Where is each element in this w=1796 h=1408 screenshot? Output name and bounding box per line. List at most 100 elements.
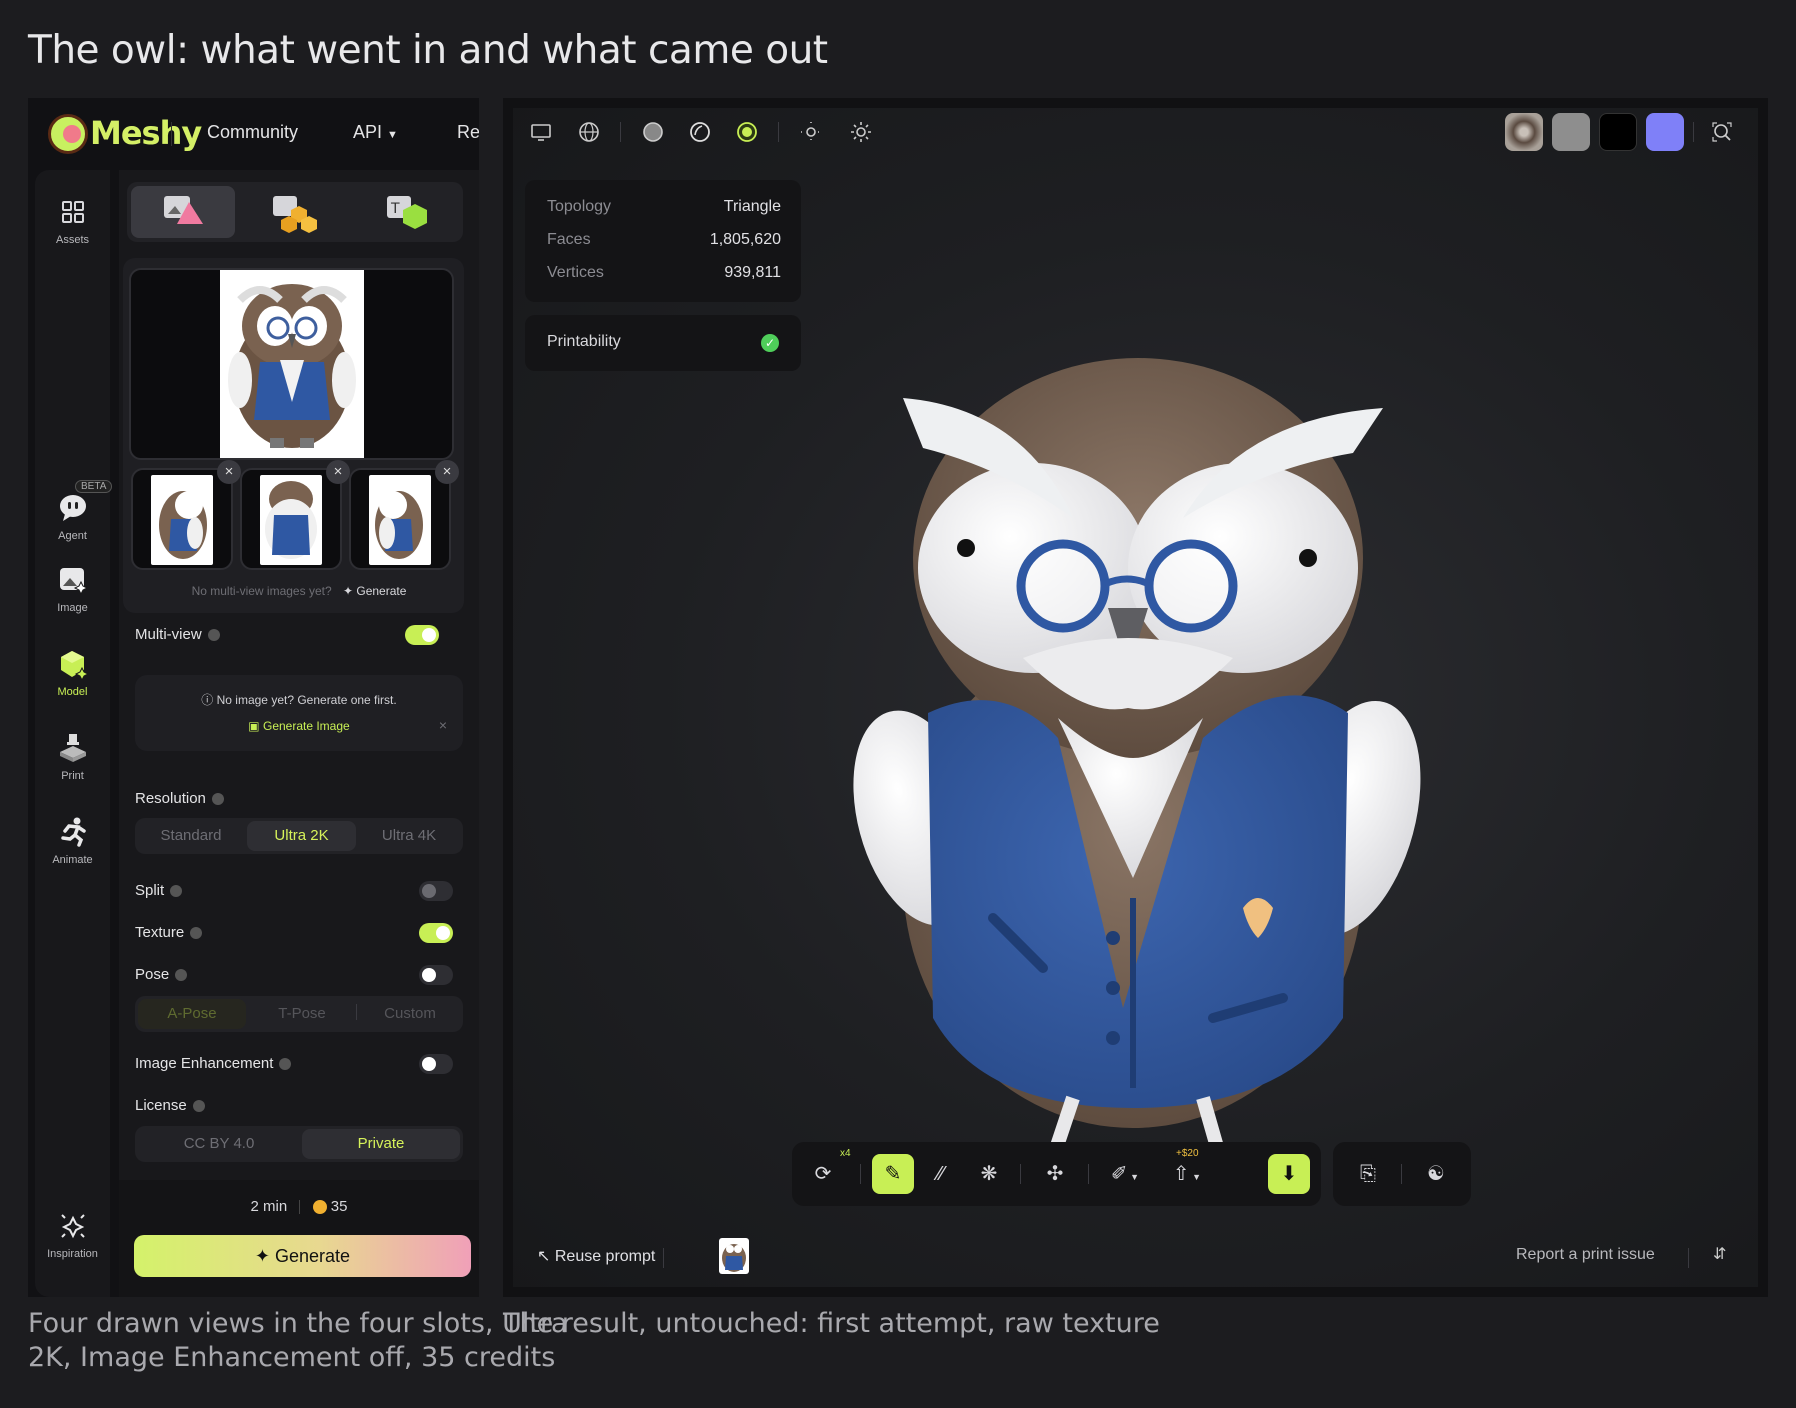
- wireframe-globe-icon[interactable]: [577, 120, 601, 144]
- swatch-normal[interactable]: [1646, 113, 1684, 151]
- tab-image-to-3d[interactable]: [131, 186, 235, 238]
- rail-agent[interactable]: BETA Agent: [35, 480, 113, 542]
- info-icon[interactable]: [175, 969, 188, 982]
- pose-custom[interactable]: Custom: [359, 999, 461, 1029]
- info-icon[interactable]: [170, 885, 183, 898]
- texture-shading-icon[interactable]: [735, 120, 759, 144]
- multiview-label: Multi-view: [135, 626, 220, 643]
- rail-print[interactable]: Print: [35, 732, 110, 782]
- model-viewer-screenshot: Topology Triangle Faces 1,805,620 Vertices…: [503, 98, 1768, 1297]
- generate-image-link[interactable]: ▣ Generate Image: [135, 719, 463, 733]
- generate-image-label: Generate Image: [262, 719, 350, 733]
- res-standard[interactable]: Standard: [138, 821, 244, 851]
- texture-label: Texture: [135, 924, 203, 941]
- nav-divider: [171, 122, 172, 146]
- monitor-icon[interactable]: [529, 120, 553, 144]
- split-label: Split: [135, 882, 183, 899]
- style-brush-dropdown[interactable]: ✐ ▼: [1098, 1154, 1152, 1194]
- license-selector: CC BY 4.0 Private: [135, 1126, 463, 1162]
- solid-shading-icon[interactable]: [641, 120, 665, 144]
- info-icon[interactable]: [211, 793, 224, 806]
- swatch-roughness[interactable]: [1552, 113, 1590, 151]
- brand-name[interactable]: Meshy: [90, 114, 202, 152]
- tab-text-to-3d[interactable]: T: [355, 186, 459, 238]
- remesh-icon[interactable]: ⁄⁄: [920, 1154, 962, 1194]
- viewer-toolbar-secondary: ⎘ ☯: [1333, 1142, 1471, 1206]
- license-private[interactable]: Private: [302, 1129, 460, 1159]
- info-icon[interactable]: [279, 1058, 292, 1071]
- export-dropdown[interactable]: ⇧ ▼: [1160, 1154, 1214, 1194]
- res-ultra-4k[interactable]: Ultra 4K: [358, 821, 460, 851]
- resolution-label: Resolution: [135, 790, 224, 807]
- image-icon: ▣: [248, 719, 260, 733]
- pose-a[interactable]: A-Pose: [138, 999, 246, 1029]
- license-cc-by[interactable]: CC BY 4.0: [138, 1129, 300, 1159]
- animate-run-icon[interactable]: ☯: [1415, 1154, 1457, 1194]
- swatch-base-color[interactable]: [1505, 113, 1543, 151]
- sun-icon[interactable]: [849, 120, 873, 144]
- agent-chat-icon: [57, 492, 89, 524]
- generate-button[interactable]: ✦ Generate: [134, 1235, 471, 1277]
- light-dim-icon[interactable]: [799, 120, 823, 144]
- remove-slot-2-close-icon[interactable]: ×: [326, 460, 350, 484]
- zoom-inspect-icon[interactable]: [1710, 120, 1734, 144]
- view-slot-3[interactable]: ×: [349, 460, 459, 570]
- mode-tabs: T: [127, 182, 463, 242]
- nav-community[interactable]: Community: [207, 122, 298, 143]
- pose-t[interactable]: T-Pose: [249, 999, 355, 1029]
- printability-card[interactable]: Printability ✓: [525, 315, 801, 371]
- stat-faces: Faces 1,805,620: [547, 231, 781, 249]
- rail-model[interactable]: Model: [35, 648, 110, 698]
- print-prep-icon[interactable]: ⎘: [1347, 1154, 1389, 1194]
- info-icon[interactable]: [192, 1100, 205, 1113]
- rail-assets[interactable]: Assets: [35, 196, 110, 246]
- rail-image[interactable]: Image: [35, 564, 110, 614]
- download-icon[interactable]: ⬇: [1268, 1154, 1310, 1194]
- view-slot-2[interactable]: ×: [240, 460, 350, 570]
- pose-toggle[interactable]: [419, 965, 453, 985]
- swatch-metallic[interactable]: [1599, 113, 1637, 151]
- texture-toggle[interactable]: [419, 923, 453, 943]
- transform-move-icon[interactable]: ✣: [1034, 1154, 1076, 1194]
- question-circle-icon: ⓘ: [201, 693, 214, 707]
- license-label-text: License: [135, 1097, 187, 1114]
- info-icon[interactable]: [207, 629, 220, 642]
- printability-label: Printability: [547, 333, 621, 350]
- expand-chevrons-icon[interactable]: ⇵: [1713, 1244, 1726, 1264]
- source-image-thumbnail[interactable]: [719, 1238, 749, 1274]
- split-toggle[interactable]: [419, 881, 453, 901]
- multiview-toggle[interactable]: [405, 625, 439, 645]
- rig-asterisk-icon[interactable]: ❋: [968, 1154, 1010, 1194]
- res-ultra-2k[interactable]: Ultra 2K: [247, 821, 356, 851]
- credit-cost: 35: [330, 1198, 348, 1215]
- clay-shading-icon[interactable]: [688, 120, 712, 144]
- info-icon[interactable]: [190, 927, 203, 940]
- dismiss-close-icon[interactable]: ×: [439, 717, 447, 733]
- rail-animate[interactable]: Animate: [35, 816, 110, 866]
- nav-resources[interactable]: Re: [457, 122, 479, 143]
- remove-slot-1-close-icon[interactable]: ×: [217, 460, 241, 484]
- generate-views-link[interactable]: ✦ Generate: [343, 584, 406, 598]
- image-enhancement-toggle[interactable]: [419, 1054, 453, 1074]
- pose-divider: [356, 1004, 357, 1020]
- reuse-prompt-button[interactable]: ↖ Reuse prompt: [537, 1246, 655, 1266]
- sparkle-icon: ✦: [342, 584, 354, 598]
- nav-api[interactable]: API ▼: [353, 122, 398, 143]
- texture-brush-icon[interactable]: ✎: [872, 1154, 914, 1194]
- main-image-slot[interactable]: [129, 268, 454, 460]
- regenerate-icon[interactable]: ⟳: [802, 1154, 844, 1194]
- remove-slot-3-close-icon[interactable]: ×: [435, 460, 459, 484]
- tab-multi-object[interactable]: [243, 186, 347, 238]
- report-print-issue-link[interactable]: Report a print issue: [1516, 1246, 1655, 1264]
- text-cube-icon: T: [387, 196, 427, 229]
- multiview-hint: No multi-view images yet? ✦ Generate: [119, 584, 479, 598]
- view-slot-1[interactable]: ×: [131, 460, 241, 570]
- toolbar-divider: [1020, 1164, 1021, 1184]
- rail-inspiration[interactable]: Inspiration: [35, 1210, 110, 1260]
- viewer-toolbar: ⟳ x4 ✎ ⁄⁄ ❋ ✣ ✐ ▼ ⇧ ▼ +$20 ⬇: [792, 1142, 1321, 1206]
- owl-3d-model[interactable]: [823, 318, 1443, 1198]
- side-rail: Assets BETA Agent Image Model Print Anim…: [35, 170, 113, 1297]
- pose-selector: A-Pose T-Pose Custom: [135, 996, 463, 1032]
- meshy-logo-icon[interactable]: [48, 114, 88, 154]
- rail-animate-label: Animate: [52, 854, 93, 866]
